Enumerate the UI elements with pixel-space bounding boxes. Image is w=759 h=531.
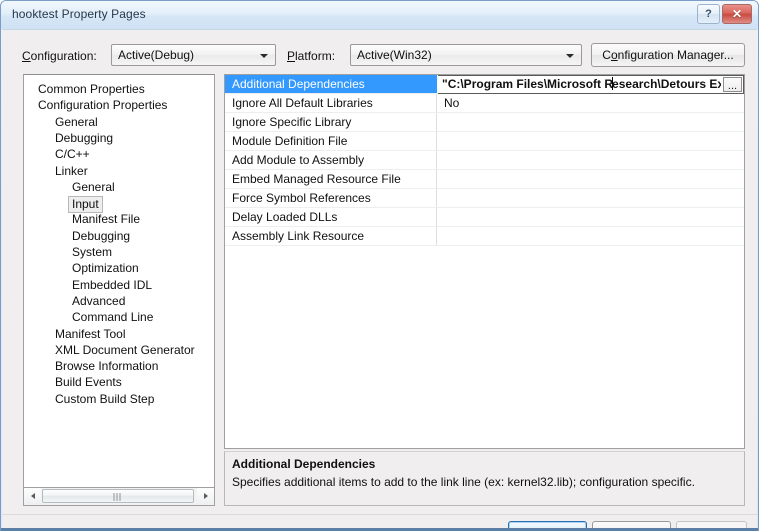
description-pane: Additional Dependencies Specifies additi… — [224, 451, 745, 506]
description-text: Specifies additional items to add to the… — [232, 475, 695, 489]
configuration-manager-button[interactable]: Configuration Manager... — [591, 43, 745, 67]
tree-item-manifest-file[interactable]: Manifest File — [72, 212, 140, 227]
footer-divider — [2, 514, 757, 515]
configuration-dropdown[interactable]: Active(Debug) — [111, 44, 276, 66]
property-name[interactable]: Assembly Link Resource — [225, 227, 437, 245]
property-name[interactable]: Embed Managed Resource File — [225, 170, 437, 188]
table-row[interactable]: Additional Dependencies "C:\Program Files… — [225, 75, 744, 94]
ellipsis-browse-button[interactable]: ... — [723, 77, 742, 92]
property-value[interactable] — [438, 132, 744, 150]
tree-item-debugging[interactable]: Debugging — [72, 229, 130, 244]
chevron-down-icon — [260, 54, 268, 58]
property-grid[interactable]: Additional Dependencies "C:\Program Files… — [224, 74, 745, 449]
configuration-manager-label: Configuration Manager... — [602, 48, 734, 62]
tree-item-general[interactable]: General — [72, 180, 115, 195]
window-title: hooktest Property Pages — [12, 7, 146, 21]
property-tree[interactable]: Common Properties Configuration Propertie… — [23, 74, 215, 488]
editor-text-after-caret: esearch\Detours Exp — [612, 77, 721, 91]
description-title: Additional Dependencies — [232, 457, 376, 471]
property-name[interactable]: Module Definition File — [225, 132, 437, 150]
tree-item-embedded-idl[interactable]: Embedded IDL — [72, 278, 152, 293]
property-value[interactable]: No — [438, 94, 744, 112]
property-value-editor[interactable]: "C:\Program Files\Microsoft Research\Det… — [442, 76, 721, 93]
tree-item-general[interactable]: General — [55, 115, 98, 130]
tree-item-linker[interactable]: Linker — [55, 164, 88, 179]
question-mark-icon: ? — [705, 8, 712, 20]
title-bar[interactable]: hooktest Property Pages ? ✕ — [1, 1, 758, 29]
scroll-left-arrow-icon[interactable] — [24, 488, 41, 504]
property-value[interactable] — [438, 227, 744, 245]
dialog-body: Configuration: Active(Debug) Platform: A… — [2, 29, 757, 531]
table-row[interactable]: Ignore Specific Library — [225, 113, 744, 132]
scroll-right-arrow-icon[interactable] — [197, 488, 214, 504]
tree-horizontal-scrollbar[interactable] — [23, 488, 215, 506]
platform-label: Platform: — [287, 49, 336, 63]
tree-item-debugging[interactable]: Debugging — [55, 131, 113, 146]
platform-value: Active(Win32) — [357, 48, 432, 62]
tree-item-custom-build-step[interactable]: Custom Build Step — [55, 392, 154, 407]
property-pages-dialog: hooktest Property Pages ? ✕ Configuratio… — [0, 0, 759, 531]
property-name[interactable]: Delay Loaded DLLs — [225, 208, 437, 226]
tree-item-c-c[interactable]: C/C++ — [55, 147, 90, 162]
table-row[interactable]: Force Symbol References — [225, 189, 744, 208]
tree-item-system[interactable]: System — [72, 245, 112, 260]
property-name[interactable]: Ignore Specific Library — [225, 113, 437, 131]
table-row[interactable]: Module Definition File — [225, 132, 744, 151]
configuration-value: Active(Debug) — [118, 48, 195, 62]
tree-item-xml-document-generator[interactable]: XML Document Generator — [55, 343, 195, 358]
property-value[interactable] — [438, 189, 744, 207]
editor-text-before-caret: "C:\Program Files\Microsoft R — [442, 77, 614, 91]
property-value[interactable] — [438, 113, 744, 131]
table-row[interactable]: Embed Managed Resource File — [225, 170, 744, 189]
tree-item-manifest-tool[interactable]: Manifest Tool — [55, 327, 125, 342]
configuration-label: Configuration: — [22, 49, 97, 63]
tree-item-common-properties[interactable]: Common Properties — [38, 82, 145, 97]
tree-item-command-line[interactable]: Command Line — [72, 310, 153, 325]
property-name[interactable]: Additional Dependencies — [225, 75, 437, 93]
tree-item-advanced[interactable]: Advanced — [72, 294, 125, 309]
property-value[interactable]: "C:\Program Files\Microsoft Research\Det… — [438, 75, 744, 94]
close-button[interactable]: ✕ — [722, 4, 752, 24]
property-name[interactable]: Force Symbol References — [225, 189, 437, 207]
table-row[interactable]: Add Module to Assembly — [225, 151, 744, 170]
scrollbar-thumb[interactable] — [42, 489, 194, 503]
table-row[interactable]: Delay Loaded DLLs — [225, 208, 744, 227]
property-name[interactable]: Add Module to Assembly — [225, 151, 437, 169]
tree-item-build-events[interactable]: Build Events — [55, 375, 122, 390]
scrollbar-grip-icon — [113, 493, 123, 501]
chevron-down-icon — [566, 54, 574, 58]
property-value[interactable] — [438, 170, 744, 188]
tree-item-optimization[interactable]: Optimization — [72, 261, 139, 276]
tree-item-configuration-properties[interactable]: Configuration Properties — [38, 98, 167, 113]
table-row[interactable]: Assembly Link Resource — [225, 227, 744, 246]
tree-item-browse-information[interactable]: Browse Information — [55, 359, 158, 374]
property-value[interactable] — [438, 208, 744, 226]
help-button[interactable]: ? — [697, 4, 720, 24]
tree-item-input[interactable]: Input — [68, 196, 103, 214]
property-name[interactable]: Ignore All Default Libraries — [225, 94, 437, 112]
table-row[interactable]: Ignore All Default Libraries No — [225, 94, 744, 113]
platform-dropdown[interactable]: Active(Win32) — [350, 44, 582, 66]
property-value[interactable] — [438, 151, 744, 169]
close-icon: ✕ — [731, 7, 743, 21]
